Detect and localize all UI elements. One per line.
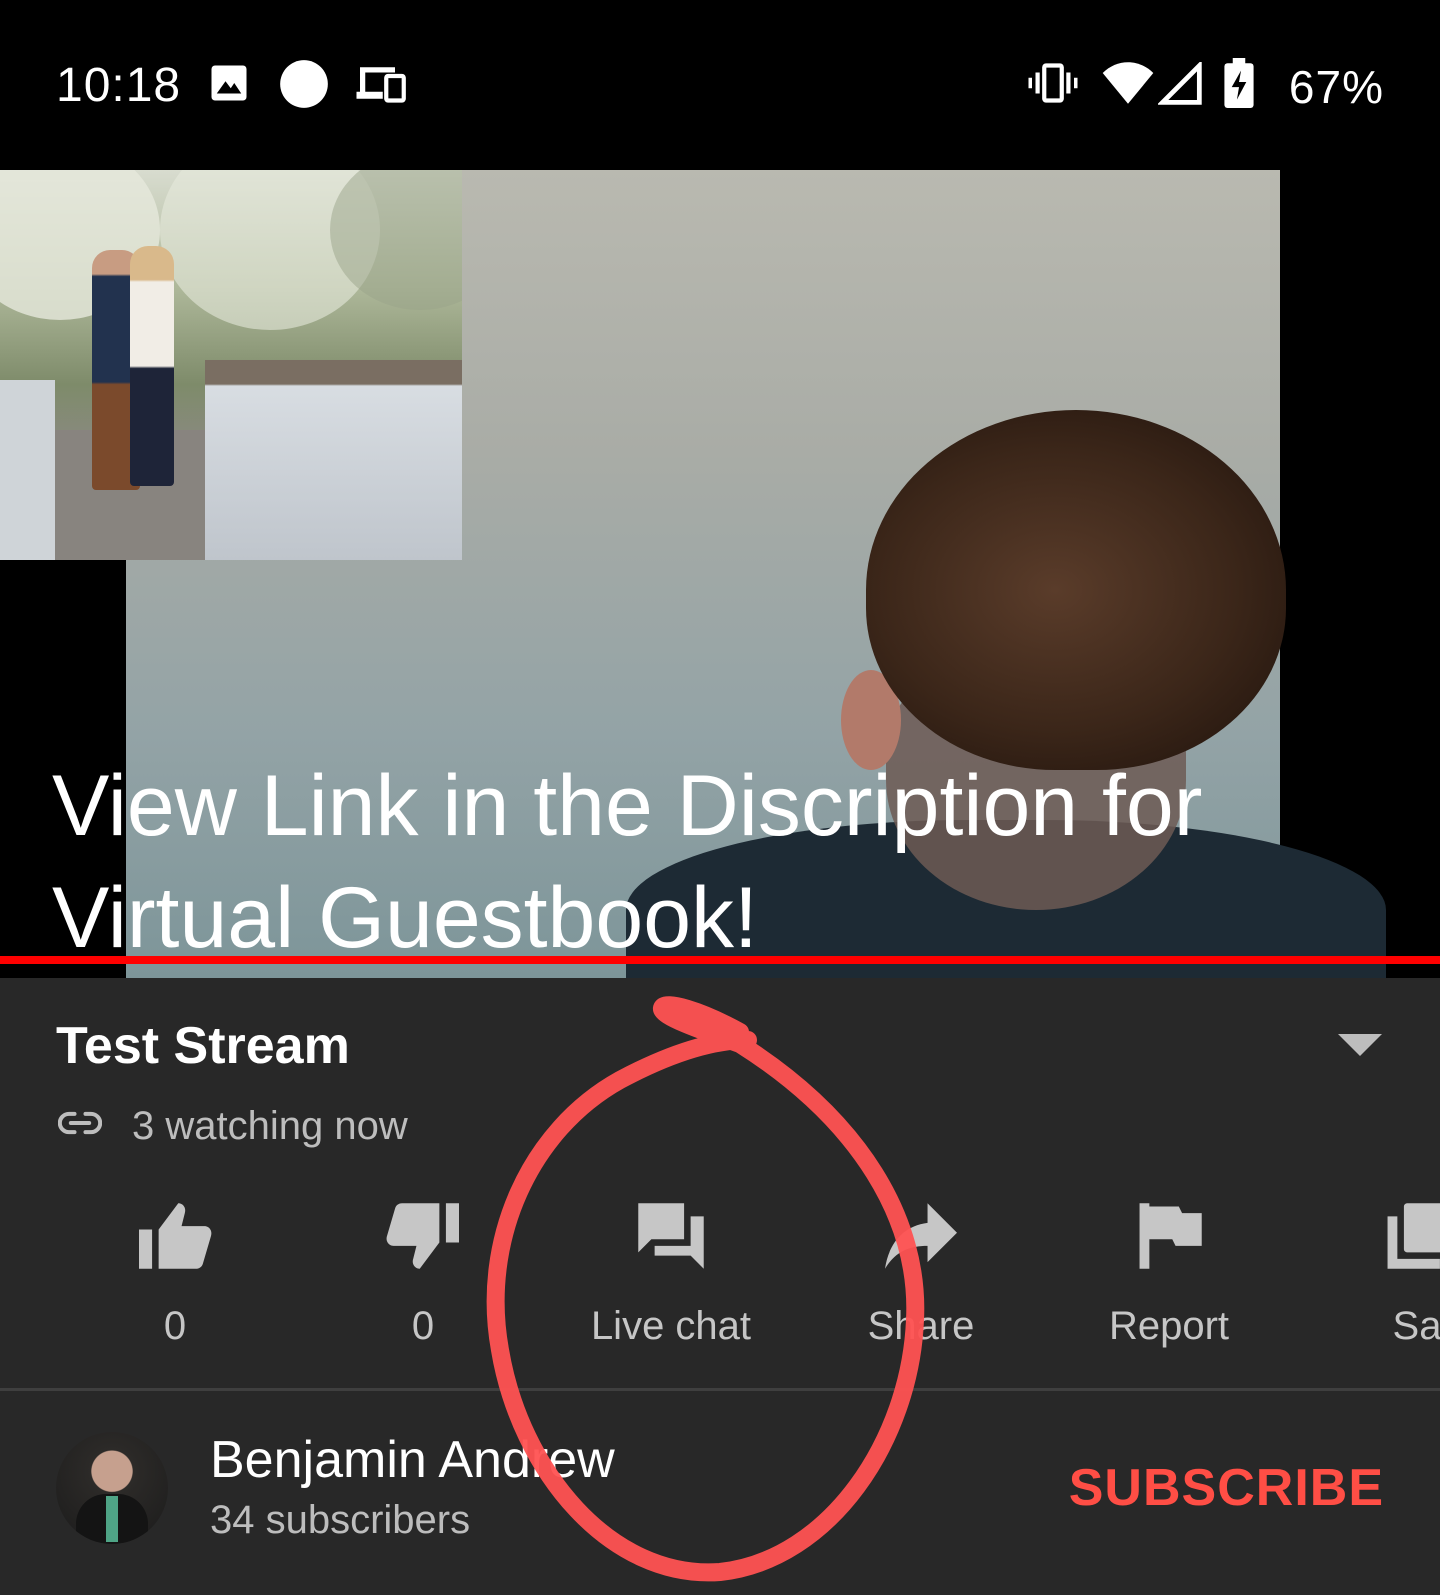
wifi-icon xyxy=(1102,62,1154,104)
image-icon xyxy=(211,65,247,101)
report-button[interactable]: Report xyxy=(1044,1188,1294,1378)
video-player[interactable]: View Link in the Discription for Virtual… xyxy=(0,170,1440,978)
avatar-tie xyxy=(106,1496,118,1542)
thumbs-up-icon xyxy=(139,1203,212,1269)
save-label: Sa xyxy=(1392,1304,1440,1348)
video-caption: View Link in the Discription for Virtual… xyxy=(52,758,1203,966)
dislike-count: 0 xyxy=(411,1304,435,1348)
inset-bridge-right xyxy=(205,360,462,560)
status-bar: 10:18 67% xyxy=(0,0,1440,170)
inset-bridge-left xyxy=(0,380,55,560)
thumbs-down-icon xyxy=(386,1203,459,1269)
battery-charging-icon xyxy=(1224,58,1254,108)
watching-now-count: 3 watching now xyxy=(132,1104,408,1148)
share-label: Share xyxy=(867,1304,975,1348)
circle-notification-icon xyxy=(280,60,328,108)
like-count: 0 xyxy=(163,1304,187,1348)
video-progress-bar[interactable] xyxy=(0,956,1440,964)
channel-name[interactable]: Benjamin Andrew xyxy=(210,1430,615,1490)
channel-avatar[interactable] xyxy=(56,1432,168,1544)
section-divider xyxy=(0,1388,1440,1391)
save-icon xyxy=(1387,1203,1440,1269)
battery-percentage: 67% xyxy=(1288,61,1384,113)
inset-woman xyxy=(130,246,174,486)
subscriber-count: 34 subscribers xyxy=(210,1498,471,1542)
subscribe-button[interactable]: SUBSCRIBE xyxy=(1069,1458,1384,1518)
report-flag-icon xyxy=(1139,1203,1202,1269)
share-button[interactable]: Share xyxy=(796,1188,1046,1378)
link-icon xyxy=(58,1111,102,1135)
inset-couple-photo xyxy=(0,170,462,560)
devices-icon xyxy=(356,67,406,103)
save-button[interactable]: Sa xyxy=(1292,1188,1440,1378)
action-bar: 0 0 Live chat Share Report Sa xyxy=(0,1188,1440,1378)
share-icon xyxy=(885,1203,957,1269)
vibrate-icon xyxy=(1028,63,1078,103)
live-chat-icon xyxy=(638,1203,704,1269)
video-title: Test Stream xyxy=(56,1017,350,1075)
video-person-hair xyxy=(866,410,1286,770)
report-label: Report xyxy=(1108,1304,1230,1348)
like-button[interactable]: 0 xyxy=(50,1188,300,1378)
dislike-button[interactable]: 0 xyxy=(298,1188,548,1378)
video-info-panel: Test Stream 3 watching now 0 0 Live chat xyxy=(0,978,1440,1595)
status-time: 10:18 xyxy=(56,59,182,112)
cell-signal-icon xyxy=(1158,62,1202,105)
live-chat-label: Live chat xyxy=(590,1304,752,1348)
expand-chevron-icon[interactable] xyxy=(1338,1034,1382,1056)
live-chat-button[interactable]: Live chat xyxy=(546,1188,796,1378)
